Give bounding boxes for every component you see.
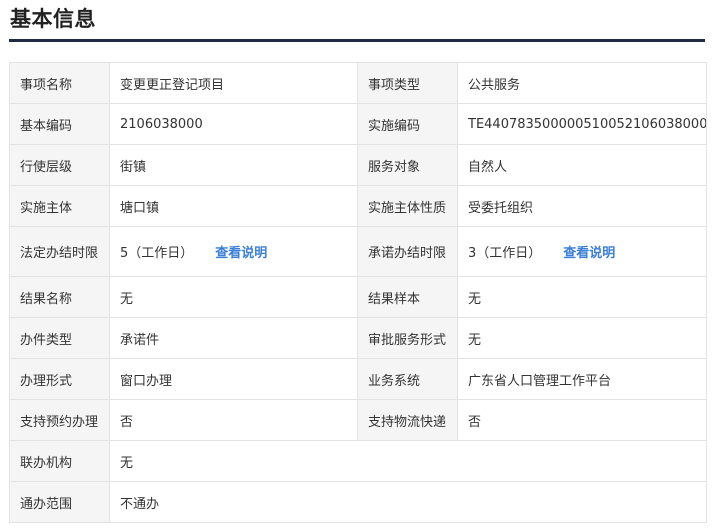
table-row: 实施主体 塘口镇 实施主体性质 受委托组织 [9,185,707,227]
table-row: 办理形式 窗口办理 业务系统 广东省人口管理工作平台 [9,358,707,400]
field-value-body-nature: 受委托组织 [457,185,707,227]
field-label-body-nature: 实施主体性质 [357,185,458,227]
field-value-implementation-code: TE440783500000510052106038000 [457,103,707,145]
field-label-promised-time-limit: 承诺办结时限 [357,226,458,277]
table-row: 通办范围 不通办 [9,481,707,523]
field-value-basic-code: 2106038000 [109,103,358,145]
page: 基本信息 事项名称 变更更正登记项目 事项类型 公共服务 基本编码 210603… [0,0,712,530]
page-title: 基本信息 [10,7,96,31]
field-label-basic-code: 基本编码 [9,103,110,145]
field-value-service-target: 自然人 [457,144,707,186]
field-value-case-type: 承诺件 [109,317,358,359]
table-row: 联办机构 无 [9,440,707,482]
field-value-item-name: 变更更正登记项目 [109,62,358,104]
promised-time-limit-text: 3（工作日） [468,246,542,261]
field-label-appointment-support: 支持预约办理 [9,399,110,441]
field-value-result-sample: 无 [457,276,707,318]
field-value-joint-agency: 无 [109,440,707,482]
field-value-logistics-support: 否 [457,399,707,441]
field-value-general-scope: 不通办 [109,481,707,523]
legal-time-limit-text: 5（工作日） [120,246,194,261]
table-row: 办件类型 承诺件 审批服务形式 无 [9,317,707,359]
table-row: 结果名称 无 结果样本 无 [9,276,707,318]
field-label-item-name: 事项名称 [9,62,110,104]
field-label-item-type: 事项类型 [357,62,458,104]
field-value-implementing-body: 塘口镇 [109,185,358,227]
field-label-case-type: 办件类型 [9,317,110,359]
field-value-appointment-support: 否 [109,399,358,441]
field-value-business-system: 广东省人口管理工作平台 [457,358,707,400]
field-label-exercise-level: 行使层级 [9,144,110,186]
field-value-legal-time-limit: 5（工作日） 查看说明 [109,226,358,277]
field-value-item-type: 公共服务 [457,62,707,104]
field-value-result-name: 无 [109,276,358,318]
table-row: 法定办结时限 5（工作日） 查看说明 承诺办结时限 3（工作日） 查看说明 [9,226,707,277]
field-label-handling-form: 办理形式 [9,358,110,400]
field-label-service-target: 服务对象 [357,144,458,186]
field-label-result-sample: 结果样本 [357,276,458,318]
field-label-approval-service-form: 审批服务形式 [357,317,458,359]
field-value-approval-service-form: 无 [457,317,707,359]
table-row: 支持预约办理 否 支持物流快递 否 [9,399,707,441]
field-value-exercise-level: 街镇 [109,144,358,186]
field-label-logistics-support: 支持物流快递 [357,399,458,441]
table-row: 行使层级 街镇 服务对象 自然人 [9,144,707,186]
field-value-handling-form: 窗口办理 [109,358,358,400]
field-label-business-system: 业务系统 [357,358,458,400]
title-divider [9,39,705,42]
field-label-implementing-body: 实施主体 [9,185,110,227]
field-label-joint-agency: 联办机构 [9,440,110,482]
field-label-implementation-code: 实施编码 [357,103,458,145]
table-row: 基本编码 2106038000 实施编码 TE44078350000051005… [9,103,707,145]
table-row: 事项名称 变更更正登记项目 事项类型 公共服务 [9,62,707,104]
view-promised-limit-explanation-link[interactable]: 查看说明 [563,246,615,261]
view-legal-limit-explanation-link[interactable]: 查看说明 [215,246,267,261]
field-value-promised-time-limit: 3（工作日） 查看说明 [457,226,707,277]
field-label-result-name: 结果名称 [9,276,110,318]
field-label-general-scope: 通办范围 [9,481,110,523]
basic-info-table: 事项名称 变更更正登记项目 事项类型 公共服务 基本编码 2106038000 … [9,62,707,523]
field-label-legal-time-limit: 法定办结时限 [9,226,110,277]
